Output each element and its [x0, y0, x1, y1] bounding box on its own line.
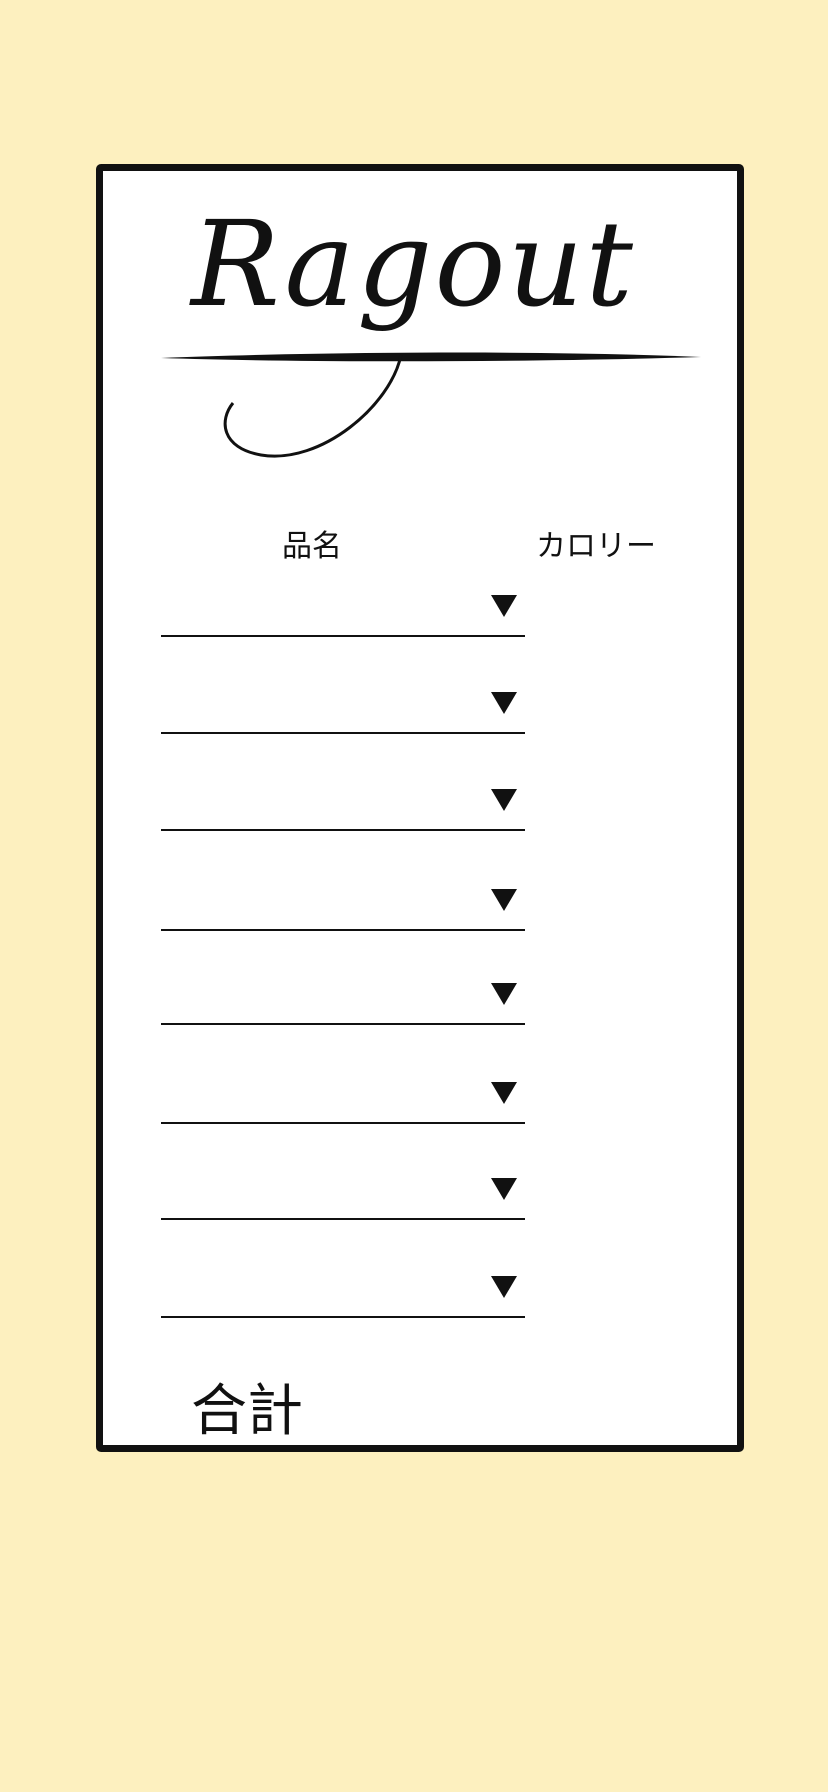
triangle-down-icon[interactable] — [491, 1276, 517, 1298]
menu-card: Ragout 品名 カロリー 合計 — [96, 164, 744, 1452]
triangle-down-icon[interactable] — [491, 595, 517, 617]
item-row-7[interactable] — [161, 1172, 525, 1220]
triangle-down-icon[interactable] — [491, 789, 517, 811]
logo-swash — [161, 352, 701, 458]
item-row-1[interactable] — [161, 589, 525, 637]
triangle-down-icon[interactable] — [491, 889, 517, 911]
underline — [161, 929, 525, 931]
triangle-down-icon[interactable] — [491, 692, 517, 714]
underline — [161, 635, 525, 637]
triangle-down-icon[interactable] — [491, 1082, 517, 1104]
triangle-down-icon[interactable] — [491, 983, 517, 1005]
item-row-2[interactable] — [161, 686, 525, 734]
item-name-header: 品名 — [282, 529, 342, 564]
total-label: 合計 — [191, 1379, 303, 1444]
underline — [161, 1122, 525, 1124]
ragout-logo: Ragout — [161, 205, 701, 465]
item-row-3[interactable] — [161, 783, 525, 831]
item-row-5[interactable] — [161, 977, 525, 1025]
underline — [161, 1218, 525, 1220]
item-row-8[interactable] — [161, 1270, 525, 1318]
underline — [161, 829, 525, 831]
calories-header: カロリー — [536, 529, 656, 564]
underline — [161, 1316, 525, 1318]
underline — [161, 732, 525, 734]
underline — [161, 1023, 525, 1025]
item-row-4[interactable] — [161, 883, 525, 931]
item-row-6[interactable] — [161, 1076, 525, 1124]
triangle-down-icon[interactable] — [491, 1178, 517, 1200]
